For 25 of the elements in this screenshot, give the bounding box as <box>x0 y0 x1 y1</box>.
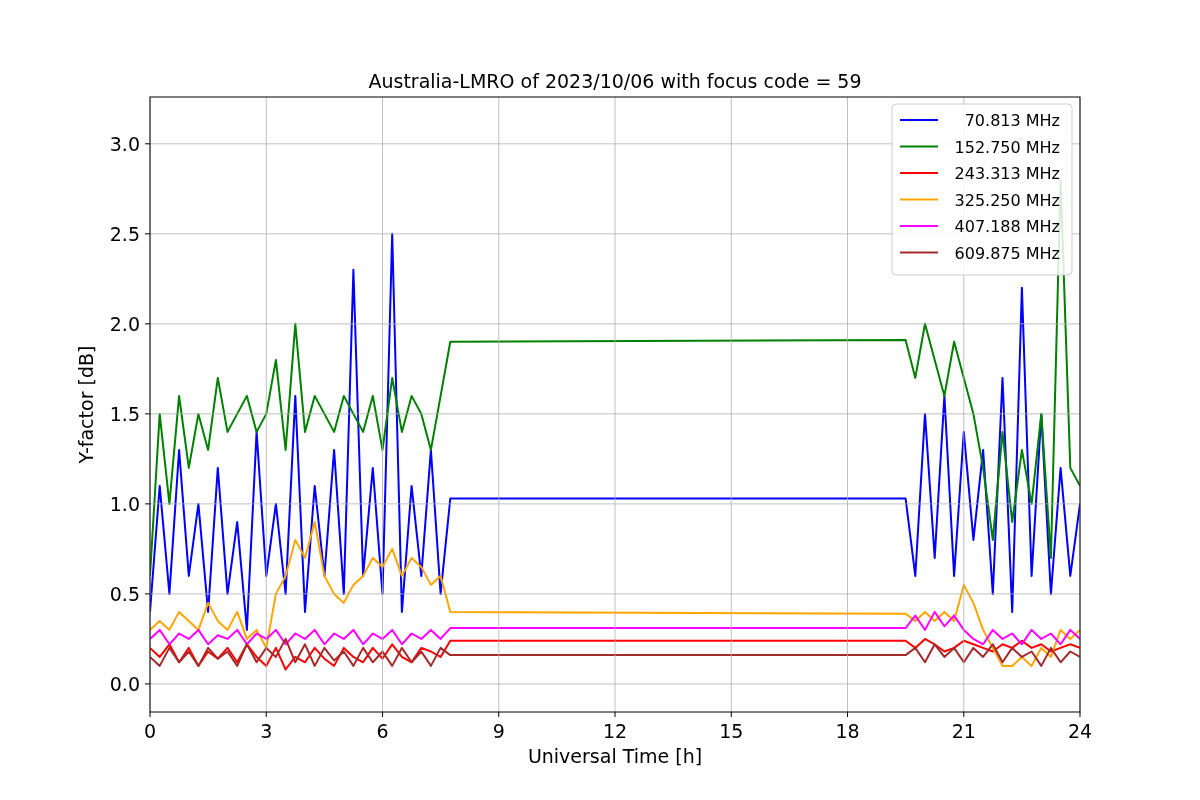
y-tick-label: 1.0 <box>109 492 140 515</box>
legend-label: 152.750 MHz <box>954 137 1060 157</box>
x-tick-label: 6 <box>376 720 389 742</box>
y-axis-label: Y-factor [dB] <box>75 345 97 464</box>
x-tick-label: 3 <box>260 720 273 742</box>
y-tick-label: 2.0 <box>109 312 140 335</box>
chart-title: Australia-LMRO of 2023/10/06 with focus code = 59 <box>368 70 862 92</box>
y-tick-label: 0.0 <box>109 672 140 695</box>
x-tick-label: 18 <box>835 720 860 742</box>
x-tick-label: 12 <box>602 720 628 742</box>
legend-label: 325.250 MHz <box>954 190 1060 210</box>
legend-label: 407.188 MHz <box>954 217 1060 236</box>
y-tick-label: 2.5 <box>109 222 140 245</box>
legend-label: 70.813 MHz <box>964 111 1060 130</box>
x-tick-label: 0 <box>143 720 157 742</box>
x-tick-label: 24 <box>1067 720 1093 742</box>
x-axis-label: Universal Time [h] <box>527 745 703 767</box>
y-tick-label: 0.5 <box>109 582 140 605</box>
legend-label: 609.875 MHz <box>954 243 1060 263</box>
x-tick-label: 21 <box>951 720 976 742</box>
legend-label: 243.313 MHz <box>954 164 1060 183</box>
y-tick-label: 3.0 <box>109 132 140 155</box>
y-tick-label: 1.5 <box>109 402 140 425</box>
x-tick-label: 9 <box>492 720 505 742</box>
x-tick-label: 15 <box>719 720 744 742</box>
